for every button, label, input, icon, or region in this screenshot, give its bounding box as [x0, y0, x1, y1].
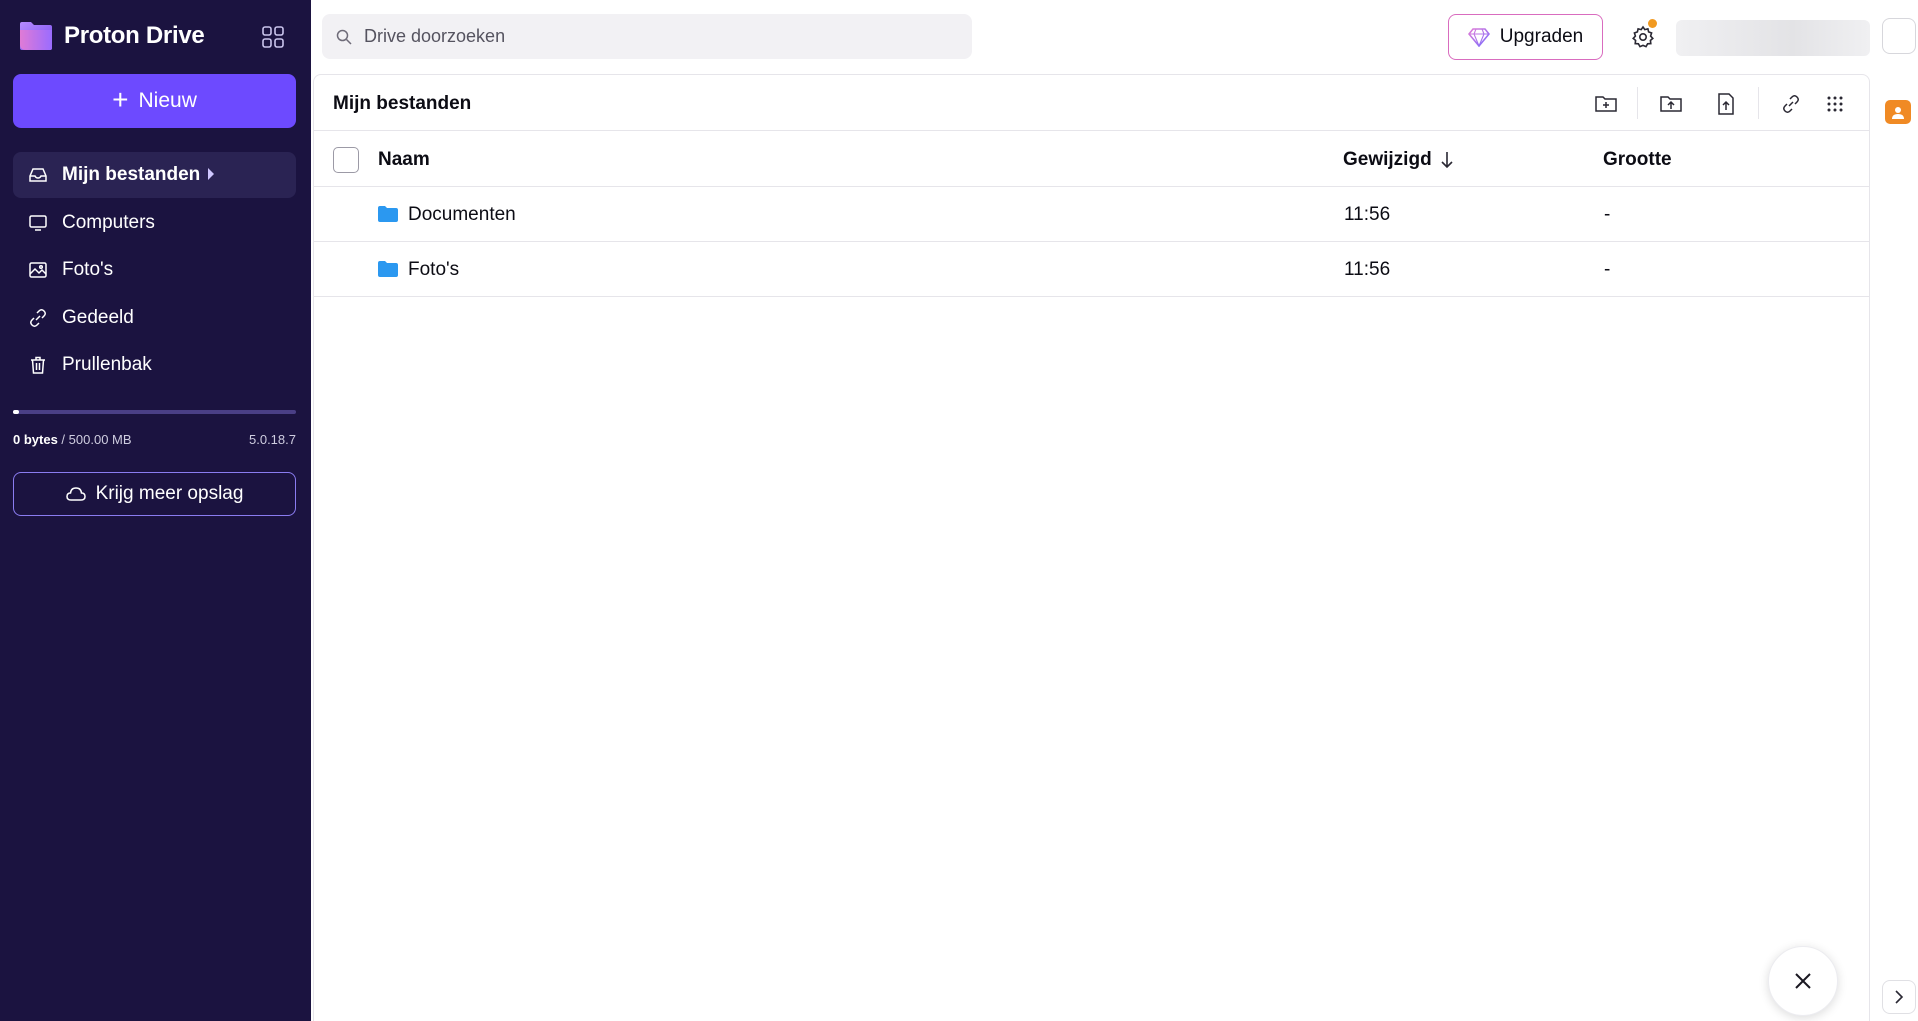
link-icon — [1783, 95, 1799, 113]
sidebar-item-trash[interactable]: Prullenbak — [13, 342, 296, 388]
expand-caret-icon[interactable] — [208, 168, 214, 180]
column-header-name[interactable]: Naam — [378, 149, 430, 171]
toolbar-divider — [1637, 87, 1638, 119]
close-icon — [1795, 973, 1811, 989]
new-folder-icon — [1595, 96, 1617, 112]
folder-icon — [378, 206, 398, 222]
storage-usage: 0 bytes / 500.00 MB — [13, 432, 132, 447]
upload-folder-icon — [1660, 96, 1682, 112]
sidebar-item-label: Foto's — [62, 259, 114, 280]
sidebar-item-label: Prullenbak — [62, 354, 152, 375]
upload-file-button[interactable] — [1711, 89, 1741, 119]
app-version: 5.0.18.7 — [249, 432, 296, 447]
sidebar-item-label: Computers — [62, 211, 155, 233]
folder-icon — [378, 261, 398, 277]
file-modified: 11:56 — [1344, 259, 1391, 280]
sidebar-item-photos[interactable]: Foto's — [13, 247, 296, 293]
page-title: Mijn bestanden — [333, 93, 472, 114]
file-browser: Mijn bestanden Naam Gewijzigd Grootte Do… — [313, 74, 1870, 1021]
column-header-modified-label: Gewijzigd — [1343, 149, 1432, 170]
contacts-app-button[interactable] — [1885, 100, 1911, 124]
sidebar-item-my-files[interactable]: Mijn bestanden — [13, 152, 296, 198]
table-row[interactable]: Foto's 11:56 - — [314, 242, 1869, 297]
image-icon — [28, 260, 48, 280]
contacts-icon — [1892, 107, 1904, 119]
cloud-icon — [65, 487, 86, 501]
monitor-icon — [28, 213, 48, 233]
sidebar-item-label: Gedeeld — [62, 306, 134, 328]
chevron-right-icon — [1895, 990, 1904, 1004]
storage-total: 500.00 MB — [68, 432, 132, 447]
sidebar: Proton Drive + Nieuw Mijn bestanden Comp… — [0, 0, 311, 1021]
toolbar-divider — [1758, 87, 1759, 119]
get-more-storage-label: Krijg meer opslag — [95, 483, 244, 504]
new-folder-button[interactable] — [1591, 89, 1621, 119]
account-menu[interactable] — [1676, 20, 1870, 56]
grid-dots-icon — [1827, 96, 1843, 112]
sidebar-item-shared[interactable]: Gedeeld — [13, 295, 296, 341]
file-size: - — [1604, 204, 1611, 225]
apps-grid-button[interactable] — [258, 22, 288, 52]
upgrade-label: Upgraden — [1499, 26, 1584, 47]
file-modified: 11:56 — [1344, 204, 1391, 225]
sidebar-item-computers[interactable]: Computers — [13, 200, 296, 246]
gear-icon — [1632, 25, 1654, 48]
search-icon — [336, 29, 352, 45]
notification-dot — [1648, 19, 1657, 28]
search-input[interactable] — [362, 25, 922, 48]
new-button-label: Nieuw — [138, 89, 197, 112]
search-bar[interactable] — [322, 14, 972, 59]
settings-button[interactable] — [1628, 19, 1658, 52]
storage-progress-bar — [13, 410, 296, 414]
share-link-button[interactable] — [1776, 89, 1806, 119]
file-name: Documenten — [408, 204, 516, 225]
layout-toggle-button[interactable] — [1820, 89, 1850, 119]
link-icon — [28, 308, 48, 328]
collapse-side-panel-button[interactable] — [1882, 980, 1916, 1014]
select-all-checkbox[interactable] — [333, 147, 359, 173]
close-button[interactable] — [1768, 946, 1838, 1016]
inbox-icon — [28, 165, 48, 185]
storage-progress-fill — [13, 410, 19, 414]
file-name: Foto's — [408, 259, 460, 280]
file-size: - — [1604, 259, 1611, 280]
get-more-storage-button[interactable]: Krijg meer opslag — [13, 472, 296, 516]
upload-folder-button[interactable] — [1656, 89, 1686, 119]
storage-used: 0 bytes — [13, 432, 58, 447]
sidebar-nav: Mijn bestanden Computers Foto's Gedeeld — [13, 152, 296, 390]
app-name: Proton Drive — [64, 22, 205, 49]
new-button[interactable]: + Nieuw — [13, 74, 296, 128]
plus-icon: + — [112, 83, 129, 115]
column-header-size[interactable]: Grootte — [1603, 149, 1672, 171]
sidebar-item-label: Mijn bestanden — [62, 164, 201, 185]
storage-separator: / — [57, 432, 69, 447]
table-row[interactable]: Documenten 11:56 - — [314, 187, 1869, 242]
toolbar: Mijn bestanden — [314, 75, 1869, 131]
diamond-icon — [1467, 28, 1490, 47]
trash-icon — [28, 355, 48, 375]
user-avatar-button[interactable] — [1882, 18, 1916, 54]
app-logo[interactable]: Proton Drive — [18, 20, 205, 52]
column-header-modified[interactable]: Gewijzigd — [1343, 149, 1454, 171]
table-header: Naam Gewijzigd Grootte — [314, 131, 1869, 187]
apps-grid-icon — [262, 26, 284, 48]
upgrade-button[interactable]: Upgraden — [1448, 14, 1603, 60]
sort-descending-icon — [1441, 152, 1453, 169]
upload-file-icon — [1718, 93, 1734, 115]
proton-drive-logo-icon — [20, 22, 52, 50]
